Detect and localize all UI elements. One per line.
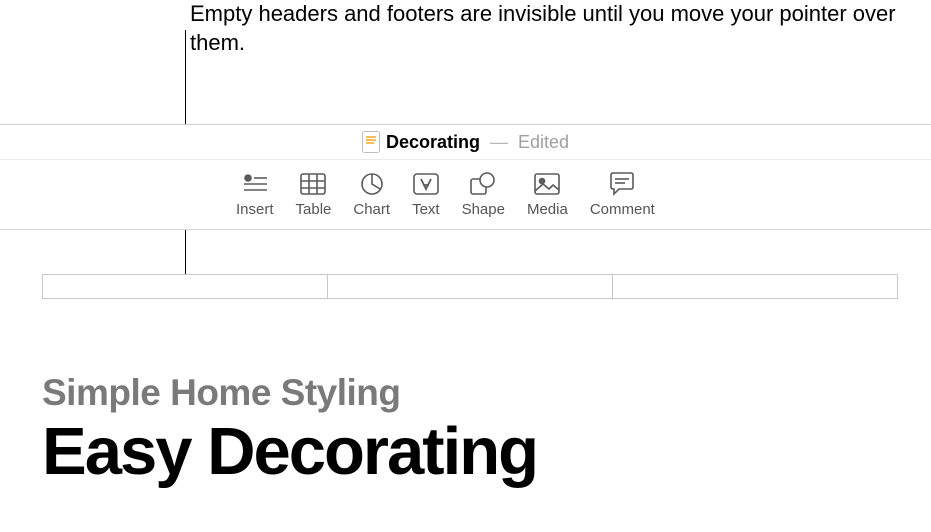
toolbar-label: Text [412,201,440,218]
window-titlebar: Decorating — Edited [0,124,931,160]
insert-icon [242,172,268,196]
title-separator: — [490,132,508,153]
table-button[interactable]: Table [296,172,332,218]
page-header-fields [42,274,898,299]
table-icon [300,172,326,196]
insert-button[interactable]: Insert [236,172,274,218]
toolbar-label: Table [296,201,332,218]
title-group: Decorating — Edited [362,131,569,153]
toolbar-label: Comment [590,201,655,218]
document-name[interactable]: Decorating [386,132,480,153]
header-field-right[interactable] [613,275,897,298]
document-area: Simple Home Styling Easy Decorating [0,230,931,532]
chart-button[interactable]: Chart [353,172,390,218]
toolbar-label: Chart [353,201,390,218]
toolbar-label: Shape [462,201,505,218]
document-subtitle[interactable]: Simple Home Styling [42,372,537,414]
edited-status: Edited [518,132,569,153]
media-button[interactable]: Media [527,172,568,218]
comment-button[interactable]: Comment [590,172,655,218]
text-button[interactable]: Text [412,172,440,218]
toolbar: Insert Table Chart [0,160,931,230]
chart-icon [359,172,385,196]
header-field-left[interactable] [43,275,328,298]
media-icon [534,172,560,196]
header-field-center[interactable] [328,275,613,298]
toolbar-label: Media [527,201,568,218]
document-content[interactable]: Simple Home Styling Easy Decorating [42,372,537,485]
text-icon [413,172,439,196]
shape-icon [470,172,496,196]
comment-icon [609,172,635,196]
shape-button[interactable]: Shape [462,172,505,218]
callout-annotation: Empty headers and footers are invisible … [190,0,931,57]
document-icon [362,131,380,153]
toolbar-label: Insert [236,201,274,218]
document-title[interactable]: Easy Decorating [42,418,537,485]
